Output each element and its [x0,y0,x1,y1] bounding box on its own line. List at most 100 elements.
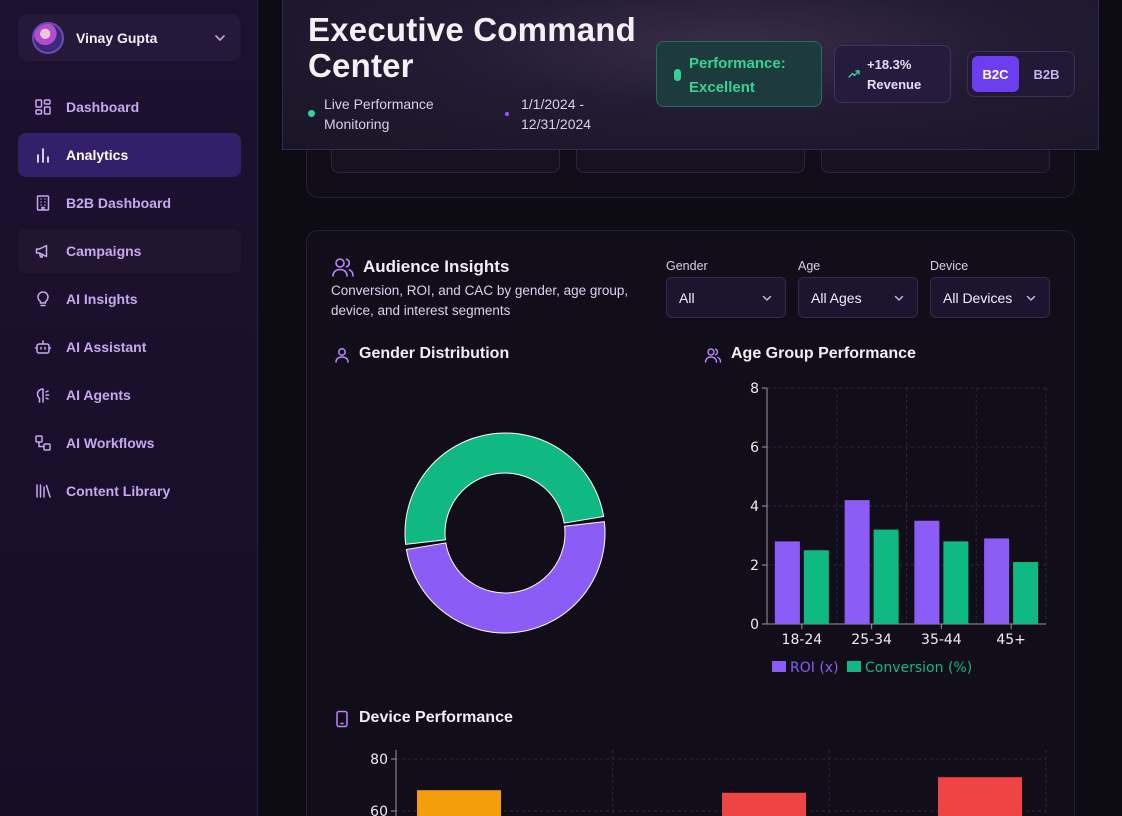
workflow-icon [35,435,51,451]
bar-conversion [1013,562,1039,624]
smartphone-icon [336,710,348,728]
device-filter-label: Device [930,259,969,273]
sidebar-item-label: AI Agents [66,387,131,403]
legend-swatch [772,661,786,672]
sidebar-item-dashboard[interactable]: Dashboard [18,85,241,129]
sidebar-item-ai-insights[interactable]: AI Insights [18,277,241,321]
device-bar [417,790,501,816]
user-icon [335,348,349,363]
page-header: Executive Command Center Live Performanc… [282,0,1099,150]
sidebar-item-analytics[interactable]: Analytics [18,133,241,177]
gender-filter-value: All [679,289,695,306]
building-icon [36,195,50,211]
x-tick-label: 35-44 [921,632,962,648]
age-group-performance-title: Age Group Performance [731,345,916,362]
audience-insights-title: Audience Insights [363,257,510,276]
bar-chart-icon [37,148,49,163]
sidebar-item-label: Content Library [66,483,171,499]
lightbulb-icon [37,291,49,307]
kpi-card [331,150,560,173]
gender-distribution-title: Gender Distribution [359,345,510,362]
age-filter-select[interactable]: All Ages [798,277,918,318]
bar-roi [844,500,870,624]
revenue-badge: +18.3% Revenue [834,45,951,103]
device-filter-value: All Devices [943,289,1013,306]
gender-filter-select[interactable]: All [666,277,786,318]
live-status-text: Live Performance Monitoring [324,96,434,132]
bar-roi [984,538,1010,624]
age-filter-value: All Ages [811,289,862,306]
bar-conversion [943,541,969,624]
chevron-down-icon [894,295,904,301]
device-performance-bar-chart: 80 60 [370,750,1047,816]
sidebar-item-label: AI Insights [66,291,138,307]
device-bar [722,792,806,816]
y-tick-label: 80 [370,752,388,768]
age-group-bar-chart: 0 2 4 6 8 18-24 25-34 35-44 45+ ROI (x) Conversion… [750,381,1047,676]
sidebar-item-label: B2B Dashboard [66,195,172,211]
chevron-down-icon [1026,295,1036,301]
date-dot-icon [505,112,509,116]
performance-badge-text: Performance: Excellent [689,55,786,96]
device-filter-select[interactable]: All Devices [930,277,1050,318]
chevron-down-icon [215,34,225,41]
trending-up-icon [848,70,860,78]
sidebar-nav: Dashboard Analytics B2B Dashboard Campai… [18,85,241,517]
sidebar-item-ai-agents[interactable]: AI Agents [18,373,241,417]
sidebar-item-b2b-dashboard[interactable]: B2B Dashboard [18,181,241,225]
audience-insights-description: Conversion, ROI, and CAC by gender, age … [331,283,629,318]
bar-conversion [803,550,829,624]
y-tick-label: 60 [370,804,388,816]
app-root: Vinay Gupta Dashboard Analytics B2B Dash… [0,0,1122,816]
chevron-down-icon [762,295,772,301]
revenue-badge-text: +18.3% Revenue [867,57,922,92]
sidebar-item-label: Campaigns [66,243,142,259]
gender-filter-label: Gender [666,259,708,273]
kpi-card [576,150,805,173]
bar-roi [914,520,940,624]
users-icon [704,348,722,363]
date-range-text: 1/1/2024 - 12/31/2024 [521,96,592,132]
segment-toggle: B2C B2B [967,51,1075,97]
legend-label: ROI (x) [790,660,839,676]
avatar [32,21,64,54]
y-tick-label: 4 [750,499,759,515]
live-status: Live Performance Monitoring [308,94,478,134]
date-range: 1/1/2024 - 12/31/2024 [505,94,655,134]
legend-label: Conversion (%) [865,660,972,676]
sidebar-item-label: AI Workflows [66,435,155,451]
user-menu[interactable]: Vinay Gupta [18,14,241,61]
sidebar-item-ai-assistant[interactable]: AI Assistant [18,325,241,369]
sidebar-item-label: Analytics [66,147,129,163]
status-dot-icon [308,110,315,117]
device-bar [938,777,1022,816]
kpi-card [821,144,1050,173]
y-tick-label: 0 [750,617,759,633]
y-tick-label: 2 [750,558,759,574]
bot-icon [34,340,52,354]
users-icon [332,258,354,277]
segment-b2c-button[interactable]: B2C [972,56,1019,92]
bar-conversion [873,529,899,624]
x-tick-label: 45+ [996,632,1026,648]
y-tick-label: 8 [750,381,759,397]
age-filter-label: Age [798,259,821,273]
performance-badge: Performance: Excellent [656,41,822,107]
sidebar-item-content-library[interactable]: Content Library [18,469,241,513]
performance-indicator-icon [674,69,681,81]
gender-donut-chart [404,432,606,634]
x-tick-label: 18-24 [782,632,823,648]
sidebar-item-label: Dashboard [66,99,140,115]
sidebar: Vinay Gupta Dashboard Analytics B2B Dash… [0,0,258,816]
user-name: Vinay Gupta [76,29,158,46]
y-tick-label: 6 [750,440,759,456]
segment-b2b-button[interactable]: B2B [1023,56,1070,92]
brain-icon [36,388,50,403]
sidebar-item-ai-workflows[interactable]: AI Workflows [18,421,241,465]
bar-roi [774,541,800,624]
library-icon [36,484,51,498]
page-title: Executive Command Center [308,11,637,84]
device-performance-title: Device Performance [359,709,513,726]
legend-swatch [847,661,861,672]
sidebar-item-campaigns[interactable]: Campaigns [18,229,241,273]
